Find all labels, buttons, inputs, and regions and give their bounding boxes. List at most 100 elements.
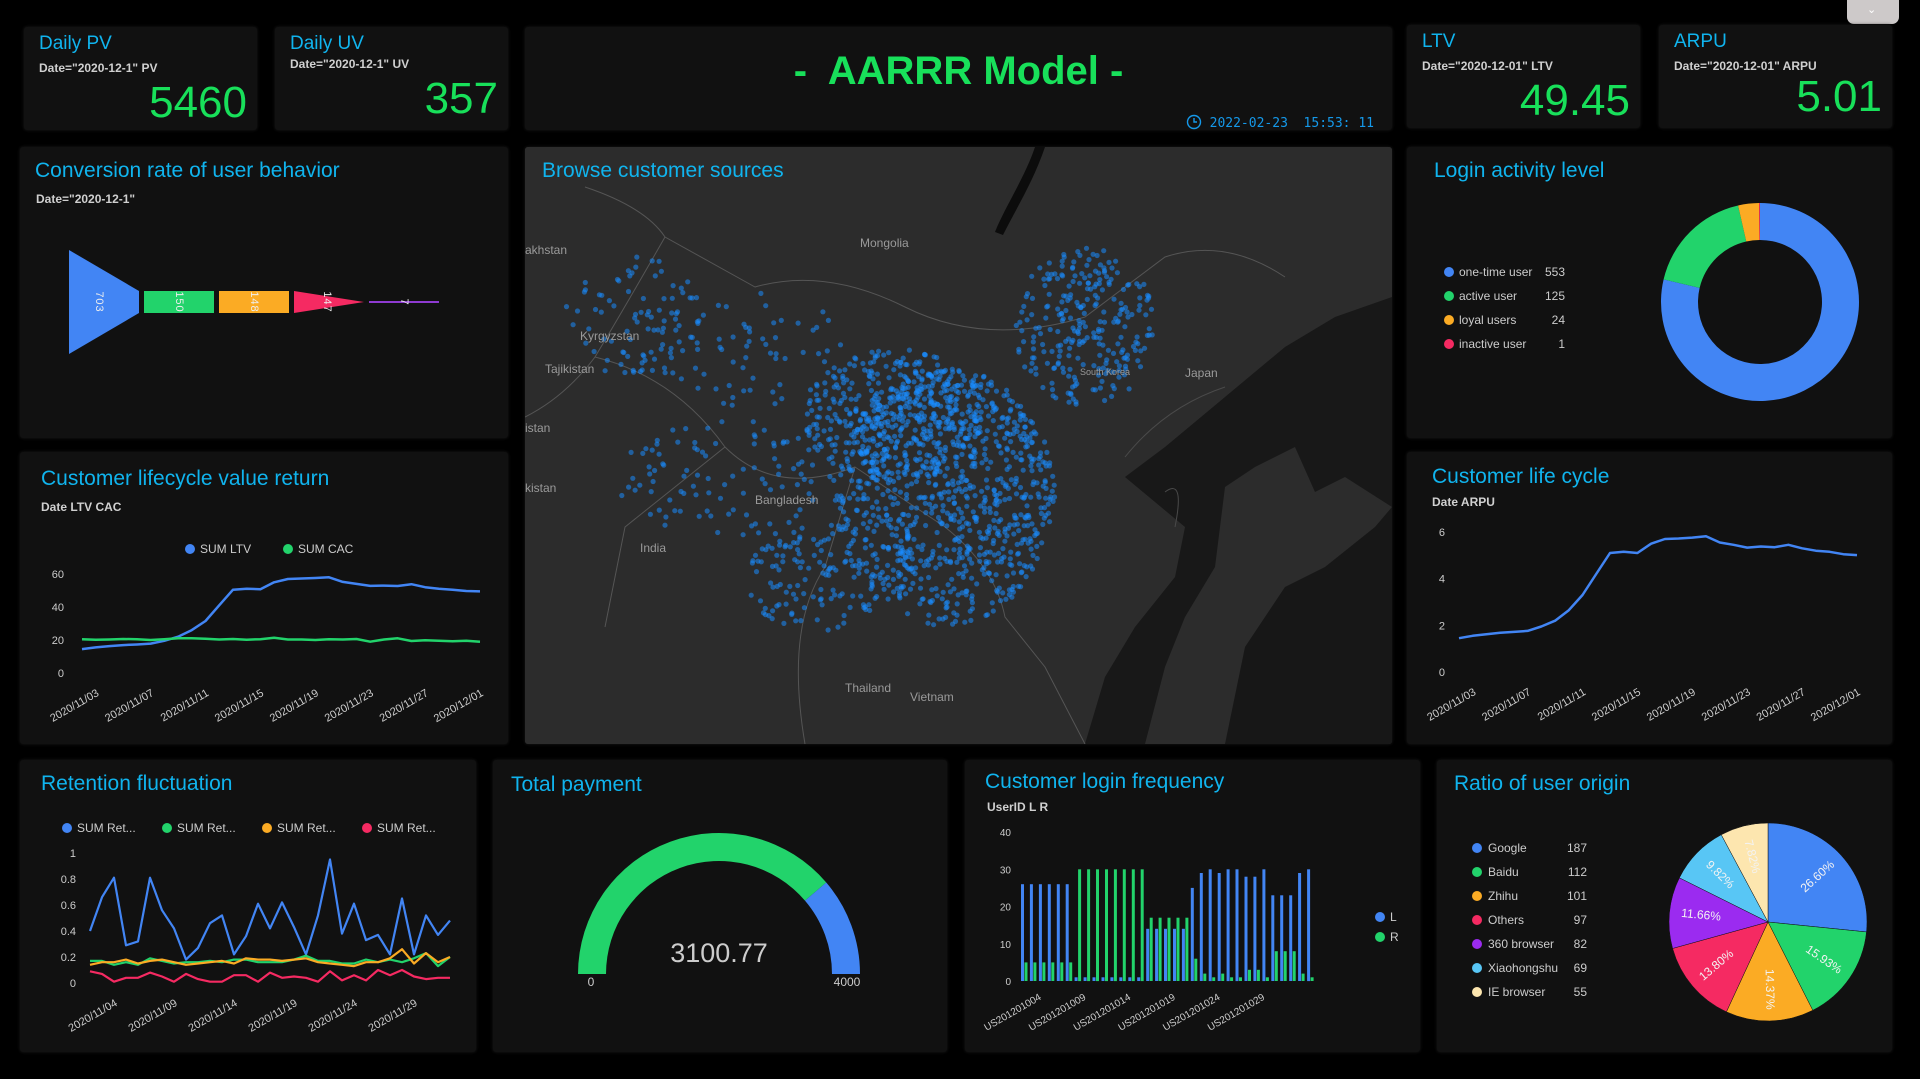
map-point bbox=[1122, 324, 1128, 330]
map-point bbox=[891, 367, 897, 373]
map-point bbox=[1055, 361, 1061, 367]
legend-dot bbox=[162, 823, 172, 833]
map-point bbox=[897, 595, 903, 601]
map-point bbox=[799, 459, 805, 465]
map-point bbox=[640, 450, 646, 456]
map-point bbox=[907, 586, 914, 592]
map-point bbox=[772, 456, 778, 462]
map-point bbox=[916, 403, 922, 409]
map-point bbox=[713, 386, 719, 392]
map-point bbox=[951, 494, 957, 500]
map-point bbox=[853, 356, 859, 362]
map-point bbox=[936, 542, 942, 548]
map-point bbox=[923, 510, 929, 516]
map-point bbox=[959, 411, 965, 417]
map-point bbox=[849, 451, 855, 457]
map-point bbox=[625, 288, 632, 295]
map-point bbox=[898, 538, 904, 544]
map-point bbox=[948, 374, 954, 380]
map-point bbox=[1037, 265, 1043, 271]
map-point bbox=[860, 360, 866, 367]
map-point bbox=[902, 450, 908, 456]
map-point bbox=[750, 419, 756, 425]
map-point bbox=[1079, 271, 1085, 277]
map-point bbox=[937, 469, 943, 475]
map-point bbox=[929, 495, 935, 501]
map-point bbox=[884, 512, 890, 518]
bar bbox=[1271, 895, 1275, 981]
map-point bbox=[1008, 439, 1014, 445]
map-point bbox=[838, 472, 844, 478]
map-point bbox=[975, 430, 981, 436]
map-point bbox=[625, 353, 631, 359]
map-point bbox=[649, 258, 655, 264]
map-point bbox=[973, 518, 979, 524]
map-point bbox=[1030, 346, 1037, 352]
map-point bbox=[818, 539, 824, 545]
map-point bbox=[626, 484, 632, 490]
map-point bbox=[1084, 286, 1091, 292]
map-point bbox=[632, 311, 639, 317]
map-point bbox=[893, 526, 900, 532]
map-point bbox=[730, 394, 736, 401]
pie-slice-label: 14.37% bbox=[1763, 969, 1778, 1010]
map-point bbox=[869, 504, 875, 510]
map-point bbox=[769, 545, 775, 551]
map-point bbox=[815, 432, 821, 438]
panel-conversion: Conversion rate of user behavior Date="2… bbox=[20, 147, 508, 438]
collapse-button[interactable]: ⌄ bbox=[1847, 0, 1899, 24]
map-point bbox=[667, 350, 673, 356]
map-point bbox=[891, 398, 897, 404]
map-place-label: akhstan bbox=[525, 243, 567, 257]
map-point bbox=[867, 519, 873, 525]
map-point bbox=[952, 512, 958, 518]
bar bbox=[1087, 869, 1091, 982]
map-point bbox=[673, 327, 679, 333]
map-point bbox=[927, 501, 933, 507]
map-point bbox=[1111, 386, 1117, 392]
map-point bbox=[921, 563, 927, 569]
map-point bbox=[730, 473, 736, 479]
map-point bbox=[1007, 556, 1013, 562]
panel-map[interactable]: Mongolia akhstan Kyrgyzstan Tajikistan istan… bbox=[525, 147, 1392, 744]
map-point bbox=[770, 608, 776, 614]
map-point bbox=[926, 473, 932, 479]
map-point bbox=[944, 523, 950, 529]
map-point bbox=[893, 422, 899, 428]
map-point bbox=[1034, 543, 1040, 549]
map-point bbox=[846, 495, 853, 501]
map-point bbox=[695, 385, 701, 391]
map-point bbox=[604, 357, 610, 363]
map-point bbox=[955, 535, 961, 541]
map-point bbox=[860, 521, 866, 527]
map-point bbox=[670, 370, 676, 376]
map-point bbox=[877, 441, 883, 447]
map-point bbox=[971, 411, 977, 417]
map-point bbox=[890, 478, 897, 484]
map-point bbox=[848, 468, 854, 474]
map-point bbox=[919, 546, 925, 553]
map-point bbox=[693, 492, 699, 498]
map-point bbox=[954, 454, 960, 460]
map-point bbox=[1049, 387, 1056, 393]
map-point bbox=[627, 273, 633, 279]
panel-title: Browse customer sources bbox=[542, 159, 784, 182]
map-point bbox=[874, 556, 880, 562]
funnel-stage-label: 703 bbox=[93, 291, 105, 312]
map-point bbox=[1049, 271, 1055, 277]
map-point bbox=[923, 459, 929, 465]
legend-label: Zhihu bbox=[1488, 889, 1518, 903]
map-point bbox=[874, 522, 880, 528]
map-point bbox=[896, 590, 903, 596]
map-point bbox=[1017, 417, 1023, 423]
map-point bbox=[862, 604, 868, 610]
map-point bbox=[984, 428, 990, 434]
map-point bbox=[810, 594, 816, 600]
panel-login-activity: Login activity level one-time user 553 act… bbox=[1407, 147, 1892, 438]
map-point bbox=[1113, 258, 1119, 264]
map-point bbox=[984, 549, 990, 555]
map-point bbox=[861, 423, 867, 429]
gauge-remaining bbox=[804, 882, 860, 974]
china-map[interactable]: Mongolia akhstan Kyrgyzstan Tajikistan istan… bbox=[525, 147, 1392, 744]
map-point bbox=[903, 361, 909, 368]
